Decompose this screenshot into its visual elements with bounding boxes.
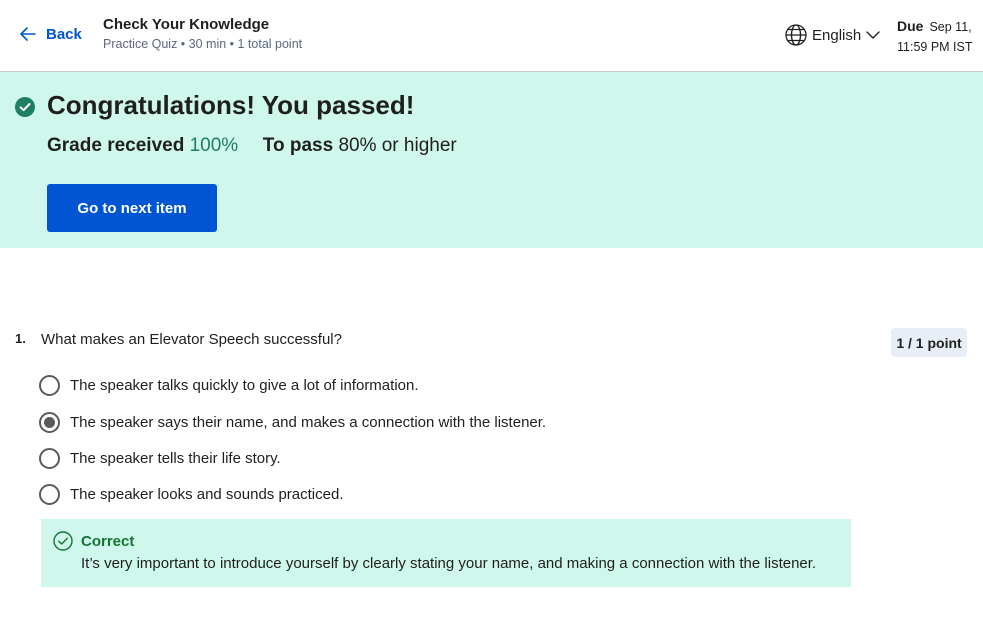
- answer-option-label: The speaker looks and sounds practiced.: [70, 486, 344, 503]
- check-circle-icon: [15, 97, 35, 117]
- chevron-down-icon: [866, 31, 880, 39]
- grade-value: 100%: [189, 135, 239, 156]
- answer-option-label: The speaker says their name, and makes a…: [70, 414, 547, 431]
- globe-icon: [785, 24, 807, 46]
- language-selector[interactable]: English: [784, 23, 881, 47]
- feedback-status: Correct: [81, 533, 135, 550]
- language-label: English: [812, 26, 862, 44]
- grade-summary: Grade received 100% To pass 80% or highe…: [47, 135, 457, 157]
- quiz-header: Back Check Your Knowledge Practice Quiz …: [0, 0, 983, 72]
- radio-button[interactable]: [39, 448, 60, 469]
- answer-feedback: Correct It’s very important to introduce…: [41, 519, 851, 587]
- answer-option[interactable]: The speaker tells their life story.: [39, 448, 281, 469]
- answer-option-label: The speaker tells their life story.: [70, 450, 281, 467]
- due-time-value: 11:59 PM IST: [897, 40, 973, 54]
- result-heading: Congratulations! You passed!: [47, 90, 415, 120]
- due-label: Due: [897, 18, 924, 34]
- quiz-subtitle: Practice Quiz • 30 min • 1 total point: [103, 37, 303, 51]
- answer-option-selected[interactable]: The speaker says their name, and makes a…: [39, 412, 546, 433]
- go-to-next-item-button[interactable]: Go to next item: [47, 184, 217, 232]
- question-number: 1.: [15, 331, 26, 346]
- check-circle-outline-icon: [53, 531, 73, 551]
- answer-option-label: The speaker talks quickly to give a lot …: [70, 377, 419, 394]
- answer-option[interactable]: The speaker looks and sounds practiced.: [39, 484, 344, 505]
- answer-option[interactable]: The speaker talks quickly to give a lot …: [39, 375, 419, 396]
- arrow-left-icon: [20, 27, 36, 41]
- back-button[interactable]: Back: [18, 24, 82, 44]
- pass-label: To pass: [262, 135, 334, 156]
- question-text: What makes an Elevator Speech successful…: [41, 331, 342, 348]
- due-date: Due Sep 11, 11:59 PM IST: [897, 16, 973, 57]
- due-date-value: Sep 11,: [929, 20, 972, 34]
- quiz-title-block: Check Your Knowledge Practice Quiz • 30 …: [103, 16, 302, 51]
- feedback-text: It’s very important to introduce yoursel…: [81, 555, 817, 572]
- radio-button[interactable]: [39, 375, 60, 396]
- radio-button[interactable]: [39, 484, 60, 505]
- back-label: Back: [46, 25, 82, 43]
- pass-value: 80% or higher: [338, 135, 457, 156]
- points-badge: 1 / 1 point: [891, 328, 967, 357]
- quiz-title: Check Your Knowledge: [103, 16, 270, 33]
- radio-button-selected[interactable]: [39, 412, 60, 433]
- grade-label: Grade received: [47, 135, 185, 156]
